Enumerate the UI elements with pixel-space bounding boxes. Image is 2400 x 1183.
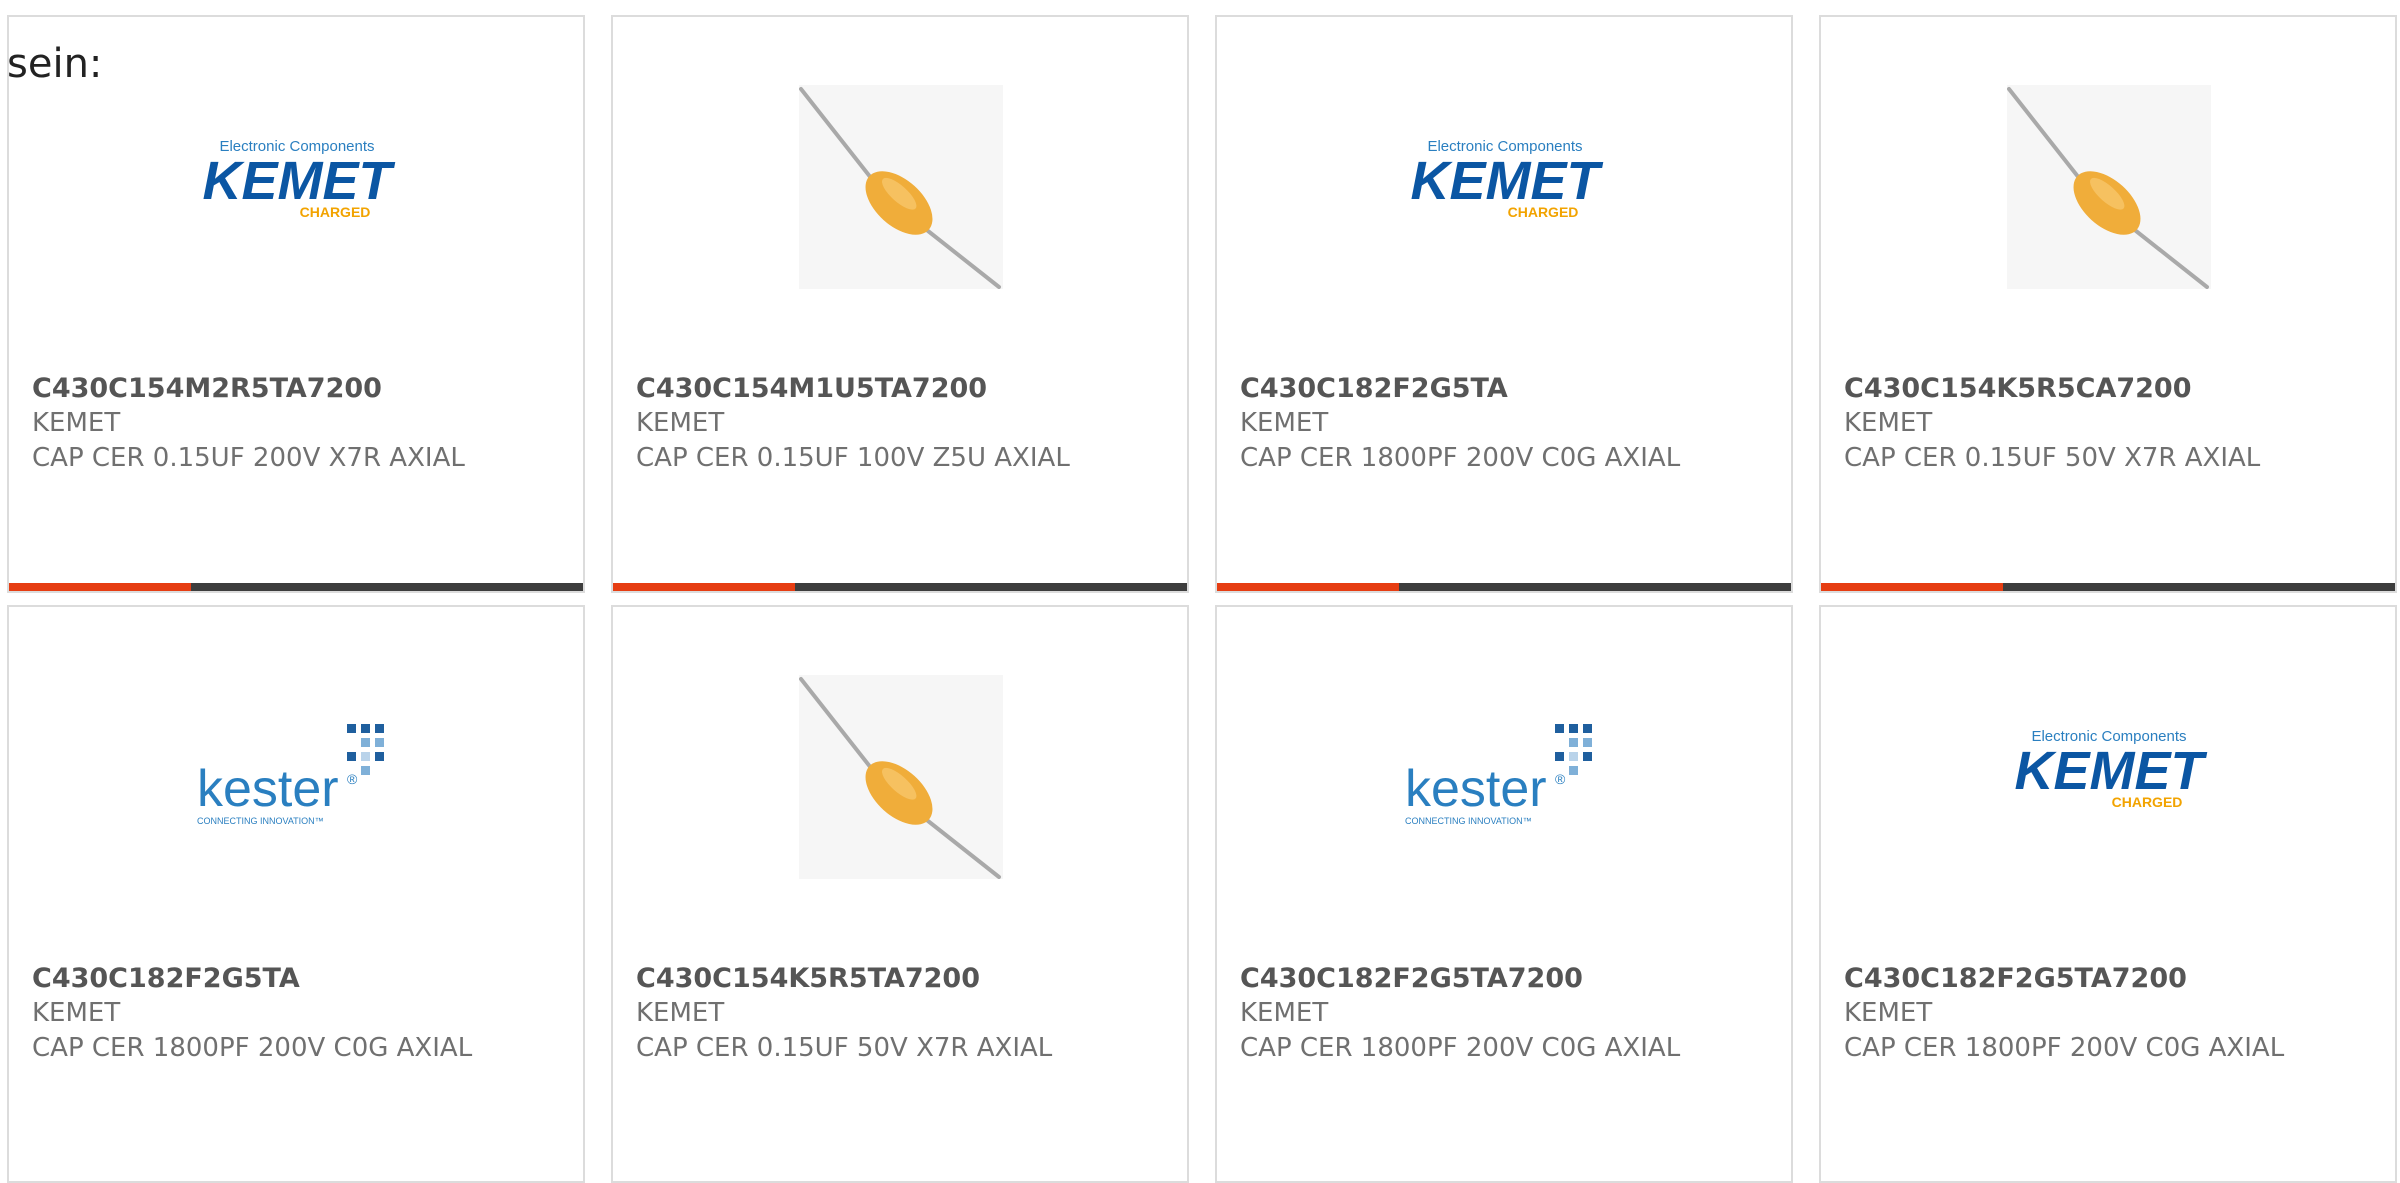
part-number[interactable]: C430C182F2G5TA [32, 961, 573, 996]
manufacturer: KEMET [1240, 408, 1329, 438]
svg-text:CHARGED: CHARGED [2112, 794, 2183, 810]
card-accent-fill [1217, 583, 1399, 591]
part-number[interactable]: C430C154M2R5TA7200 [32, 371, 573, 406]
card-bottom-bar [1821, 583, 2395, 591]
capacitor-photo [2007, 85, 2211, 289]
intro-text: sein: [7, 41, 103, 87]
manufacturer: KEMET [1844, 408, 1933, 438]
description: CAP CER 0.15UF 200V X7R AXIAL [32, 443, 465, 473]
description: CAP CER 1800PF 200V C0G AXIAL [32, 1033, 473, 1063]
product-card[interactable]: C430C154M1U5TA7200 KEMET CAP CER 0.15UF … [611, 15, 1189, 593]
card-bottom-bar [1217, 583, 1791, 591]
description: CAP CER 0.15UF 50V X7R AXIAL [1844, 443, 2261, 473]
card-accent-fill [1821, 583, 2003, 591]
part-number[interactable]: C430C182F2G5TA [1240, 371, 1781, 406]
svg-text:kester: kester [1405, 760, 1547, 818]
part-number[interactable]: C430C154K5R5TA7200 [636, 961, 1177, 996]
manufacturer: KEMET [1240, 998, 1329, 1028]
svg-text:CONNECTING INNOVATION™: CONNECTING INNOVATION™ [1405, 816, 1532, 826]
kemet-logo: Electronic Components KEMET CHARGED [2007, 675, 2211, 879]
product-card[interactable]: C430C154K5R5TA7200 KEMET CAP CER 0.15UF … [611, 605, 1189, 1183]
card-bottom-bar [613, 583, 1187, 591]
svg-text:KEMET: KEMET [2015, 741, 2208, 801]
card-accent-fill [613, 583, 795, 591]
svg-text:kester: kester [197, 760, 339, 818]
card-accent-fill [9, 583, 191, 591]
kester-logo: kester ® CONNECTING INNOVATION™ [1403, 675, 1607, 879]
description: CAP CER 1800PF 200V C0G AXIAL [1240, 443, 1681, 473]
svg-text:KEMET: KEMET [203, 151, 396, 211]
product-card[interactable]: Electronic Components KEMET CHARGED C430… [1215, 15, 1793, 593]
svg-text:KEMET: KEMET [1411, 151, 1604, 211]
manufacturer: KEMET [32, 408, 121, 438]
product-card[interactable]: kester ® CONNECTING INNOVATION™ C430C182… [1215, 605, 1793, 1183]
product-card[interactable]: Electronic Components KEMET CHARGED C430… [1819, 605, 2397, 1183]
svg-text:®: ® [347, 771, 358, 787]
product-card[interactable]: kester ® CONNECTING INNOVATION™ C430C182… [7, 605, 585, 1183]
manufacturer: KEMET [636, 998, 725, 1028]
card-bottom-bar [9, 583, 583, 591]
kemet-logo: Electronic Components KEMET CHARGED [1403, 85, 1607, 289]
product-card[interactable]: C430C154K5R5CA7200 KEMET CAP CER 0.15UF … [1819, 15, 2397, 593]
kemet-logo: Electronic Components KEMET CHARGED [195, 85, 399, 289]
description: CAP CER 0.15UF 50V X7R AXIAL [636, 1033, 1053, 1063]
description: CAP CER 1800PF 200V C0G AXIAL [1844, 1033, 2285, 1063]
description: CAP CER 1800PF 200V C0G AXIAL [1240, 1033, 1681, 1063]
svg-text:CHARGED: CHARGED [300, 204, 371, 220]
capacitor-photo [799, 675, 1003, 879]
manufacturer: KEMET [1844, 998, 1933, 1028]
kester-logo: kester ® CONNECTING INNOVATION™ [195, 675, 399, 879]
capacitor-photo [799, 85, 1003, 289]
manufacturer: KEMET [636, 408, 725, 438]
manufacturer: KEMET [32, 998, 121, 1028]
description: CAP CER 0.15UF 100V Z5U AXIAL [636, 443, 1070, 473]
product-card[interactable]: Electronic Components KEMET CHARGED C430… [7, 15, 585, 593]
svg-text:®: ® [1555, 771, 1566, 787]
part-number[interactable]: C430C154K5R5CA7200 [1844, 371, 2385, 406]
svg-text:CONNECTING INNOVATION™: CONNECTING INNOVATION™ [197, 816, 324, 826]
part-number[interactable]: C430C182F2G5TA7200 [1844, 961, 2385, 996]
svg-text:CHARGED: CHARGED [1508, 204, 1579, 220]
part-number[interactable]: C430C182F2G5TA7200 [1240, 961, 1781, 996]
part-number[interactable]: C430C154M1U5TA7200 [636, 371, 1177, 406]
